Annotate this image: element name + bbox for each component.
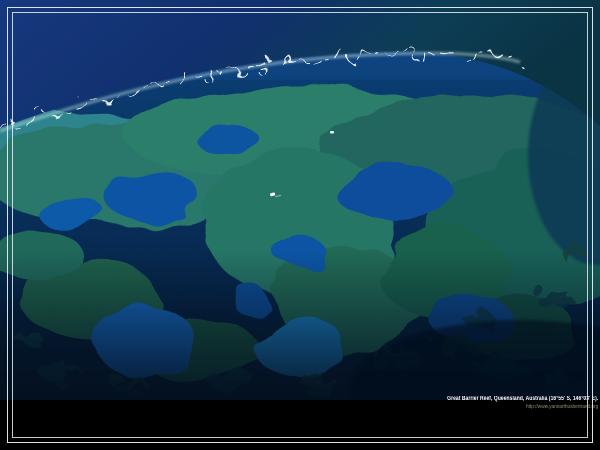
reef-photo-art — [0, 0, 600, 400]
photo-credit-url: http://www.yannarthusbertrand.org — [440, 404, 598, 411]
reef-aerial-photo — [0, 0, 600, 400]
photo-caption-block: Great Barrier Reef, Queensland, Australi… — [414, 396, 598, 411]
reef-wallpaper: Great Barrier Reef, Queensland, Australi… — [0, 0, 600, 450]
photo-caption-location: Great Barrier Reef, Queensland, Australi… — [447, 396, 598, 403]
